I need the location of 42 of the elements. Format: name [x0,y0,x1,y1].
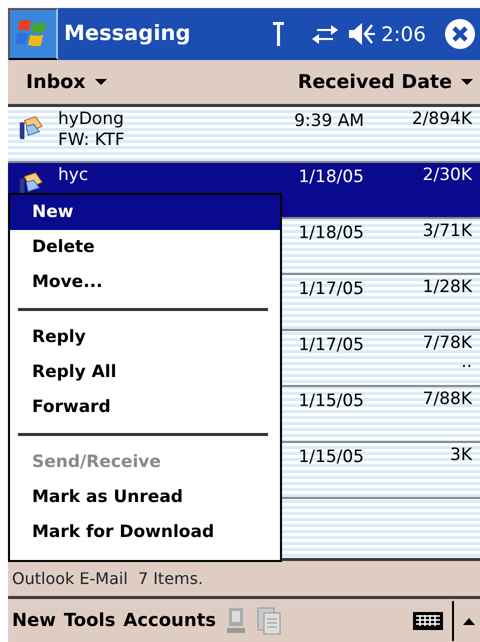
message-date: 1/18/05 [297,166,364,189]
menu-item[interactable]: Reply All [10,355,280,390]
antenna-icon[interactable] [271,20,286,48]
message-size: 2/30K [422,165,472,186]
start-button[interactable] [8,8,58,60]
message-date: 1/17/05 [297,334,364,357]
message-date: 1/15/05 [297,390,364,413]
message-size: 2/894K [412,109,472,130]
sender-name: hyc [58,165,90,186]
close-icon[interactable] [444,18,476,50]
message-size: 7/78K [422,333,472,354]
sort-dropdown[interactable]: Received Date [298,68,474,96]
message-date: 1/18/05 [297,222,364,245]
message-date: 1/17/05 [297,278,364,301]
message-subject: FW: KTF [58,130,126,152]
menu-item[interactable]: Delete [10,230,280,265]
message-date: 1/15/05 [297,446,364,469]
menu-item[interactable]: Forward [10,390,280,425]
menu-item[interactable]: Move... [10,265,280,300]
message-date: 9:39 AM [293,110,364,133]
speaker-icon[interactable] [347,21,378,47]
up-arrow-icon[interactable] [462,616,476,626]
folder-dropdown[interactable]: Inbox [26,68,108,96]
menu-item[interactable]: Mark as Unread [10,480,280,515]
caret-icon [460,78,474,86]
menu-item[interactable]: Mark for Download [10,515,280,550]
clock-time[interactable]: 2:06 [381,19,426,49]
message-size: 1/28K [422,277,472,298]
message-size: 3/71K [422,221,472,242]
toolbar-menu[interactable]: Accounts [123,607,216,634]
caret-icon [94,78,108,86]
menu-item[interactable]: New [10,195,280,230]
toolbar-menu[interactable]: Tools [64,607,116,634]
sender-name: hyDong [58,109,125,130]
message-size: 7/88K [422,389,472,410]
message-note: .. [461,354,472,372]
message-size: 3K [450,445,472,466]
menu-item[interactable]: Reply [10,320,280,355]
keyboard-icon[interactable] [412,610,444,632]
status-bar: Outlook E-Mail 7 Items. [8,558,480,596]
window-title: Messaging [64,20,192,48]
toolbar-menu[interactable]: New [12,607,56,634]
